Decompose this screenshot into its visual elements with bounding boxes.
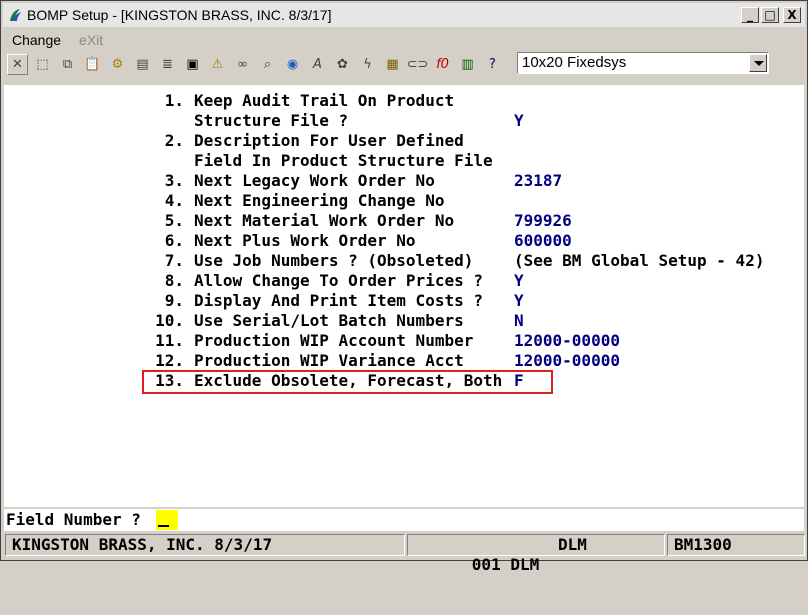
status-company: KINGSTON BRASS, INC. 8/3/17 bbox=[5, 534, 405, 556]
palette-icon[interactable]: ✿ bbox=[332, 54, 353, 75]
field-number: 4. bbox=[164, 191, 184, 210]
field-label: Next Plus Work Order No bbox=[194, 231, 416, 250]
field-label: Keep Audit Trail On Product bbox=[194, 91, 455, 110]
binoculars-icon[interactable]: ∞ bbox=[232, 54, 253, 75]
field-value: (See BM Global Setup - 42) bbox=[514, 251, 765, 270]
status-user-name: DLM bbox=[558, 535, 587, 554]
calculator-icon[interactable]: ▦ bbox=[382, 54, 403, 75]
menu-change[interactable]: Change bbox=[3, 32, 70, 48]
prompt-area: Field Number ? bbox=[4, 509, 804, 531]
field-number: 1. bbox=[164, 91, 184, 110]
field-label: Next Legacy Work Order No bbox=[194, 171, 435, 190]
font-icon[interactable]: A bbox=[307, 54, 328, 75]
blank-icon[interactable]: ⬚ bbox=[32, 54, 53, 75]
prompt-label: Field Number ? bbox=[6, 510, 141, 529]
field-number: 8. bbox=[164, 271, 184, 290]
globe-icon[interactable]: ◉ bbox=[282, 54, 303, 75]
list-icon[interactable]: ≣ bbox=[157, 54, 178, 75]
field-label: Production WIP Variance Acct bbox=[194, 351, 464, 370]
field-value[interactable]: N bbox=[514, 311, 524, 331]
menu-exit[interactable]: eXit bbox=[70, 32, 112, 48]
status-bar: KINGSTON BRASS, INC. 8/3/17 001 DLM DLM … bbox=[3, 534, 807, 574]
dropdown-button[interactable] bbox=[749, 54, 767, 72]
clipboard-icon[interactable]: ▤ bbox=[132, 54, 153, 75]
paste-icon[interactable]: 📋 bbox=[82, 54, 103, 75]
search-icon[interactable]: ⌕ bbox=[257, 54, 278, 75]
field-value[interactable]: Y bbox=[514, 271, 524, 291]
field-label: Next Engineering Change No bbox=[194, 191, 445, 210]
maximize-button[interactable]: □ bbox=[761, 7, 779, 23]
field-number: 10. bbox=[155, 311, 184, 330]
field-label: Allow Change To Order Prices ? bbox=[194, 271, 483, 290]
field-label: Use Serial/Lot Batch Numbers bbox=[194, 311, 464, 330]
copy-icon[interactable]: ⧉ bbox=[57, 54, 78, 75]
field-value[interactable]: 23187 bbox=[514, 171, 562, 191]
field-number-input[interactable] bbox=[156, 510, 178, 530]
field-value[interactable]: Y bbox=[514, 111, 524, 131]
notes-icon[interactable]: ▥ bbox=[457, 54, 478, 75]
field-label: Production WIP Account Number bbox=[194, 331, 474, 350]
field-label: Display And Print Item Costs ? bbox=[194, 291, 483, 310]
field-number: 2. bbox=[164, 131, 184, 150]
field-label: Description For User Defined bbox=[194, 131, 464, 150]
lightning-icon[interactable]: ϟ bbox=[357, 54, 378, 75]
chevron-down-icon bbox=[754, 61, 764, 66]
field-number: 3. bbox=[164, 171, 184, 190]
font-select[interactable]: 10x20 Fixedsys bbox=[517, 52, 769, 74]
title-bar[interactable]: BOMP Setup - [KINGSTON BRASS, INC. 8/3/1… bbox=[3, 3, 805, 27]
link-icon[interactable]: ⊂⊃ bbox=[407, 54, 429, 75]
font-select-value: 10x20 Fixedsys bbox=[522, 54, 627, 71]
field-value[interactable]: 600000 bbox=[514, 231, 572, 251]
field-number: 9. bbox=[164, 291, 184, 310]
field-number: 11. bbox=[155, 331, 184, 350]
field-value[interactable]: 12000-00000 bbox=[514, 331, 620, 351]
app-logo-icon bbox=[7, 7, 23, 23]
status-program: BM1300 bbox=[667, 534, 805, 556]
help-icon[interactable]: ? bbox=[482, 54, 503, 75]
terminal-screen: 1. Keep Audit Trail On Product Structure… bbox=[4, 85, 804, 507]
close-button[interactable]: X bbox=[783, 7, 801, 23]
camera-icon[interactable]: ▣ bbox=[182, 54, 203, 75]
status-user-id: 001 DLM bbox=[471, 555, 540, 574]
minimize-button[interactable]: _ bbox=[741, 7, 759, 23]
field-number: 12. bbox=[155, 351, 184, 370]
field-label: Use Job Numbers ? (Obsoleted) bbox=[194, 251, 474, 270]
status-user: 001 DLM DLM bbox=[407, 534, 665, 574]
window-title: BOMP Setup - [KINGSTON BRASS, INC. 8/3/1… bbox=[27, 7, 332, 23]
app-window: BOMP Setup - [KINGSTON BRASS, INC. 8/3/1… bbox=[0, 0, 808, 574]
field-number: 7. bbox=[164, 251, 184, 270]
field-value[interactable]: Y bbox=[514, 291, 524, 311]
field-label: Structure File ? bbox=[194, 111, 349, 130]
settings-icon[interactable]: ⚙ bbox=[107, 54, 128, 75]
text-cursor bbox=[158, 525, 169, 527]
highlight-box bbox=[142, 370, 553, 394]
field-number: 5. bbox=[164, 211, 184, 230]
field-label: Field In Product Structure File bbox=[194, 151, 493, 170]
field-value[interactable]: 12000-00000 bbox=[514, 351, 620, 371]
warning-icon[interactable]: ⚠ bbox=[207, 54, 228, 75]
field-value[interactable]: 799926 bbox=[514, 211, 572, 231]
menu-bar: Change eXit bbox=[3, 29, 112, 51]
close-icon[interactable]: ✕ bbox=[7, 53, 28, 75]
field-number: 6. bbox=[164, 231, 184, 250]
function-icon[interactable]: f0 bbox=[432, 54, 453, 75]
toolbar: ✕ ⬚ ⧉ 📋 ⚙ ▤ ≣ ▣ ⚠ ∞ ⌕ ◉ A ✿ ϟ ▦ ⊂⊃ f0 ▥ … bbox=[7, 51, 801, 77]
field-label: Next Material Work Order No bbox=[194, 211, 455, 230]
